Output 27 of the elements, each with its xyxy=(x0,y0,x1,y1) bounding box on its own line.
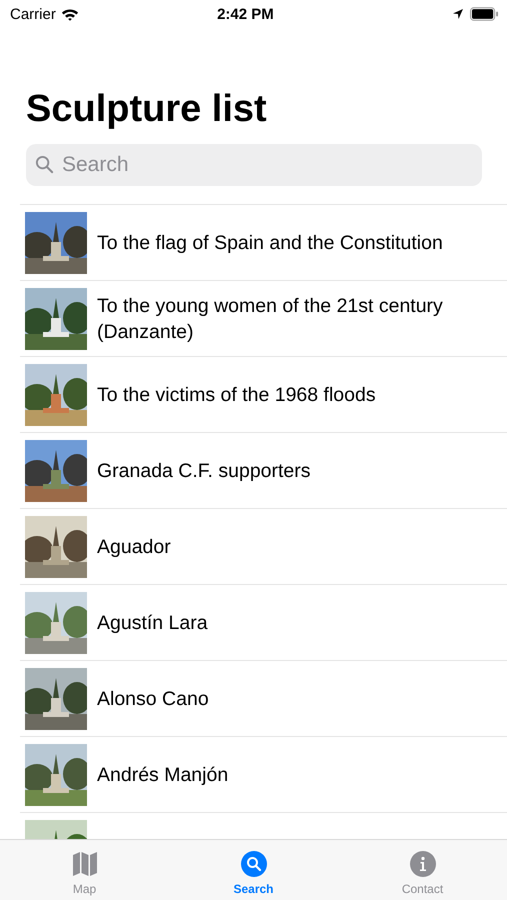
wifi-icon xyxy=(60,8,79,20)
list-row[interactable]: Andrés Manjón xyxy=(20,737,507,813)
sculpture-title: To the flag of Spain and the Constitution xyxy=(97,230,444,256)
status-time: 2:42 PM xyxy=(216,6,275,22)
sculpture-title: Alonso Cano xyxy=(97,686,210,712)
list-row[interactable]: To the flag of Spain and the Constitution xyxy=(20,205,507,281)
sculpture-title: Aguador xyxy=(97,534,172,560)
list-row[interactable]: Aguador xyxy=(20,509,507,585)
list-row[interactable]: To the victims of the 1968 floods xyxy=(20,357,507,433)
sculpture-title: Granada C.F. supporters xyxy=(97,458,312,484)
search-field[interactable]: Search xyxy=(26,144,482,186)
list-row[interactable]: To the young women of the 21st century (Danzante) xyxy=(20,281,507,357)
search-icon xyxy=(240,851,266,877)
sculpture-title: Andrés Manjón xyxy=(97,762,230,788)
map-icon xyxy=(72,851,98,877)
info-icon xyxy=(410,851,436,877)
battery-icon xyxy=(470,7,499,21)
list-row[interactable]: Agustín Lara xyxy=(20,585,507,661)
page-title: Sculpture list xyxy=(26,87,268,132)
sculpture-title: Agustín Lara xyxy=(97,610,209,636)
carrier-name: Carrier xyxy=(10,6,56,22)
list-row[interactable]: Granada C.F. supporters xyxy=(20,433,507,509)
list-row[interactable]: Alonso Cano xyxy=(20,661,507,737)
sculpture-title: To the victims of the 1968 floods xyxy=(97,382,377,408)
location-arrow-icon xyxy=(452,8,464,20)
tab-item[interactable]: Search xyxy=(169,840,338,900)
sculpture-title: To the young women of the 21st century (Danzante) xyxy=(97,294,444,344)
